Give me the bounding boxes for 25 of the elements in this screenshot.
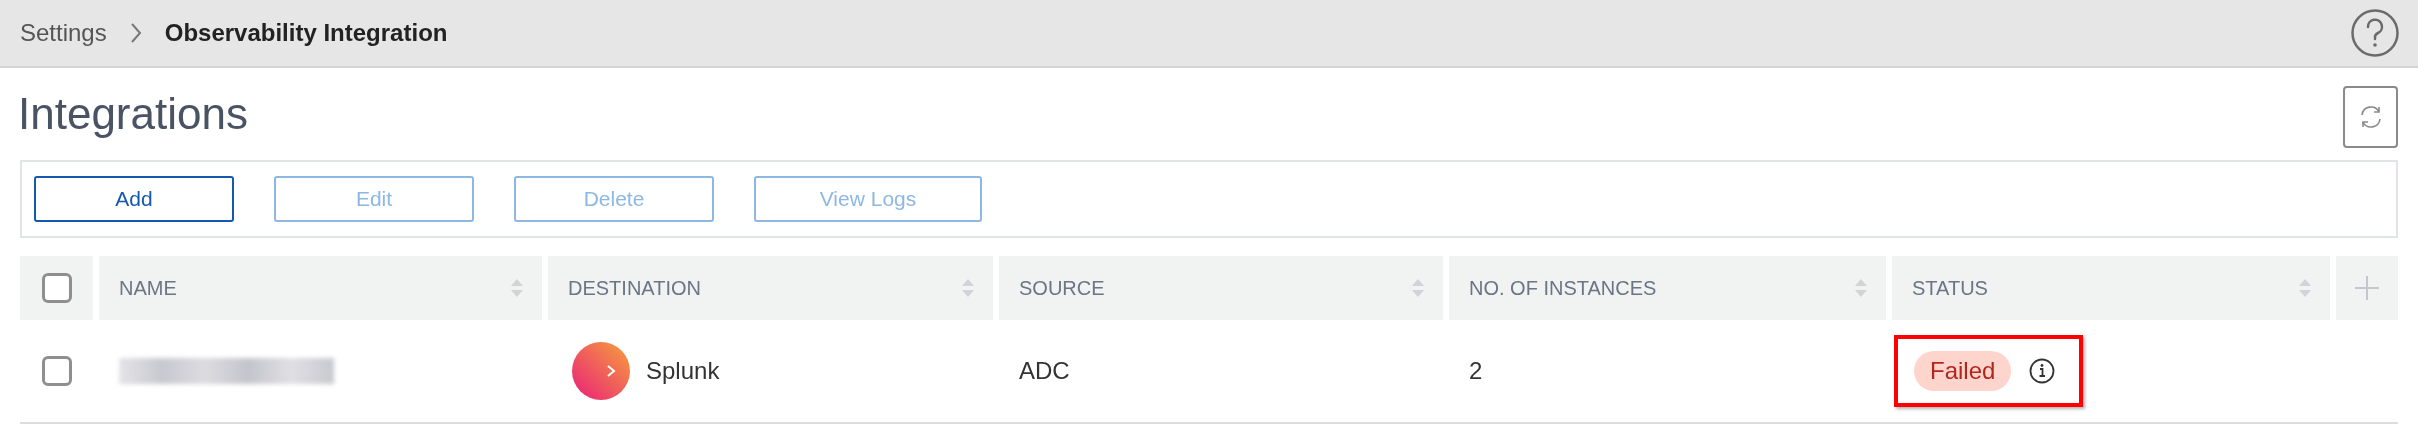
sort-icon[interactable] — [510, 277, 524, 299]
logo-icon — [572, 342, 630, 400]
chevron-icon — [128, 22, 143, 44]
refresh-button[interactable] — [2343, 86, 2398, 148]
column-header[interactable]: STATUS — [1912, 273, 1988, 303]
info-icon[interactable] — [2029, 358, 2056, 384]
checkbox[interactable] — [41, 273, 72, 303]
column-header[interactable]: NAME — [119, 273, 177, 303]
status-badge: Failed — [1914, 351, 2012, 391]
destination-text: Splunk — [646, 356, 720, 386]
instance-count: 2 — [1469, 357, 1483, 384]
help-icon[interactable] — [2350, 8, 2400, 58]
breadcrumb-current: Observability Integration — [164, 18, 448, 48]
column-header[interactable]: SOURCE — [1019, 273, 1105, 303]
column-header[interactable]: DESTINATION — [568, 273, 701, 303]
sort-icon[interactable] — [961, 277, 975, 299]
sort-icon[interactable] — [2298, 277, 2312, 299]
page-title: Integrations — [18, 88, 248, 140]
add-column-icon[interactable] — [2354, 275, 2380, 301]
toolbar-button[interactable]: Add — [34, 176, 234, 222]
checkbox[interactable] — [41, 356, 72, 386]
sort-icon[interactable] — [1411, 277, 1425, 299]
source-text: ADC — [1019, 357, 1070, 384]
sort-icon[interactable] — [1854, 277, 1868, 299]
breadcrumb-link[interactable]: Settings — [20, 15, 107, 51]
